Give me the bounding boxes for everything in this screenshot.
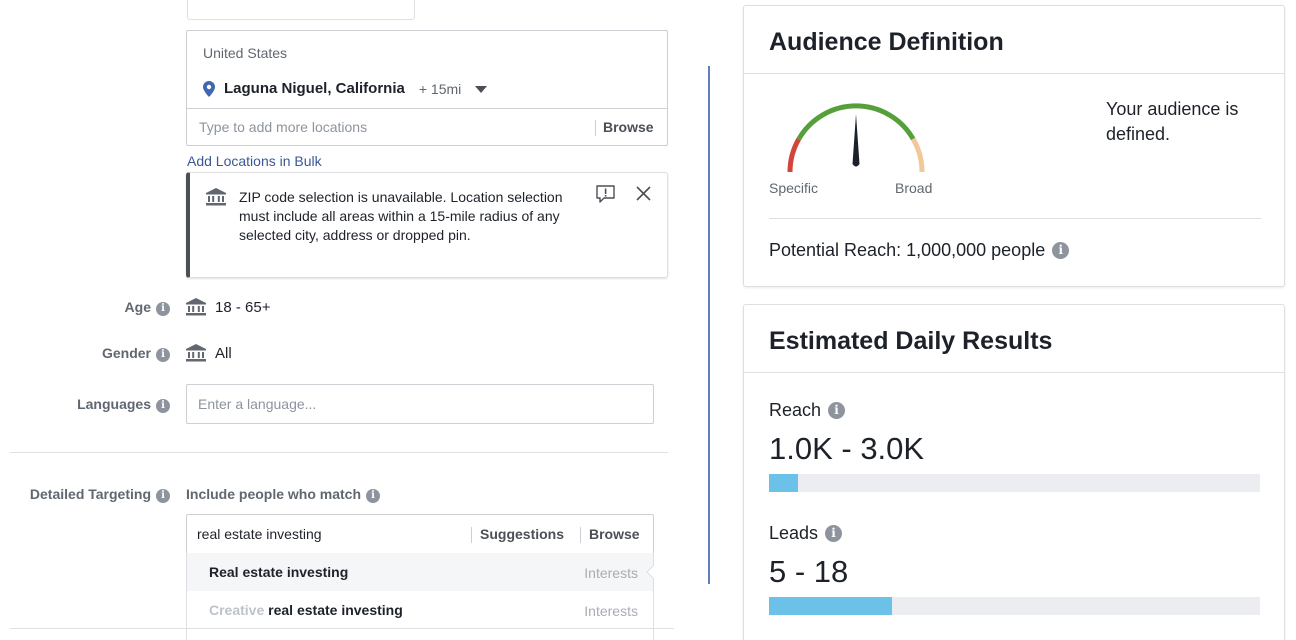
feedback-icon[interactable] — [596, 185, 615, 203]
locations-box: United States Laguna Niguel, California … — [186, 30, 668, 146]
bank-icon — [186, 298, 206, 316]
detailed-targeting-input[interactable] — [197, 526, 467, 542]
location-city-name: Laguna Niguel, California — [224, 80, 405, 97]
card-title: Estimated Daily Results — [769, 327, 1053, 355]
previous-field-stub — [187, 0, 415, 20]
detailed-targeting-label: Detailed Targeting i — [0, 486, 170, 503]
gender-label: Gender i — [0, 345, 170, 362]
info-icon[interactable]: i — [156, 302, 170, 316]
info-icon[interactable]: i — [366, 489, 381, 503]
result-type: Interests — [584, 603, 638, 619]
detailed-targeting-field: Suggestions Browse — [186, 514, 654, 554]
info-icon[interactable]: i — [1052, 242, 1070, 259]
chevron-down-icon[interactable] — [475, 86, 488, 93]
bank-icon — [186, 344, 206, 362]
location-radius[interactable]: + 15mi — [419, 81, 461, 97]
targeting-suggestions-dropdown: Real estate investing Interests Creative… — [186, 553, 654, 640]
info-icon[interactable]: i — [156, 399, 170, 413]
location-country: United States — [203, 45, 288, 61]
info-icon[interactable]: i — [156, 348, 170, 362]
reach-progress-fill — [769, 474, 799, 492]
info-icon[interactable]: i — [825, 525, 843, 542]
leads-progress-bar — [769, 597, 1260, 615]
metric-label-leads: Leads i — [769, 523, 843, 544]
leads-progress-fill — [769, 597, 892, 615]
map-pin-icon — [203, 81, 215, 97]
divider — [471, 527, 472, 543]
card-header: Estimated Daily Results — [744, 305, 1284, 373]
age-value[interactable]: 18 - 65+ — [215, 299, 270, 316]
card-header: Audience Definition — [744, 6, 1284, 74]
bank-icon — [206, 188, 226, 206]
age-label: Age i — [0, 299, 170, 316]
potential-reach: Potential Reach: 1,000,000 people i — [769, 240, 1070, 261]
location-browse-button[interactable]: Browse — [603, 119, 654, 135]
languages-label: Languages i — [0, 396, 170, 413]
reach-progress-bar — [769, 474, 1260, 492]
section-divider — [10, 452, 668, 453]
gauge-arc-broad — [910, 137, 925, 173]
metric-label-reach: Reach i — [769, 400, 846, 421]
card-title: Audience Definition — [769, 28, 1004, 56]
suggestions-button[interactable]: Suggestions — [480, 526, 564, 542]
gauge-label-broad: Broad — [895, 180, 933, 196]
add-locations-bulk-link[interactable]: Add Locations in Bulk — [187, 153, 322, 169]
gauge-label-specific: Specific — [769, 180, 819, 196]
targeting-browse-button[interactable]: Browse — [589, 526, 640, 542]
divider — [769, 218, 1261, 219]
metric-value-reach: 1.0K - 3.0K — [769, 431, 925, 466]
vertical-divider — [708, 66, 710, 584]
estimated-daily-results-card: Estimated Daily Results Reach i 1.0K - 3.… — [743, 304, 1285, 640]
audience-status: Your audience is defined. — [1106, 99, 1239, 144]
close-icon[interactable] — [636, 186, 651, 201]
pointer-arrow-icon — [646, 565, 654, 579]
languages-field[interactable] — [186, 384, 654, 424]
include-people-label: Include people who match i — [186, 486, 381, 503]
zip-code-notice: ZIP code selection is unavailable. Locat… — [186, 172, 668, 278]
divider — [580, 527, 581, 543]
location-input-row: Browse — [187, 108, 667, 146]
divider — [595, 120, 596, 136]
audience-definition-card: Audience Definition Specific Broad Your … — [743, 5, 1285, 287]
notice-message: ZIP code selection is unavailable. Locat… — [239, 189, 563, 243]
info-icon[interactable]: i — [828, 402, 846, 419]
list-item[interactable]: Creative real estate investing Interests — [187, 591, 653, 629]
location-search-input[interactable] — [199, 119, 589, 135]
list-item[interactable]: Real estate investing Interests — [187, 553, 654, 591]
section-divider — [10, 628, 674, 629]
gender-value[interactable]: All — [215, 345, 232, 362]
language-input[interactable] — [198, 396, 638, 412]
audience-gauge — [787, 103, 925, 173]
result-type: Interests — [584, 565, 638, 581]
location-chip[interactable]: Laguna Niguel, California + 15mi — [215, 80, 488, 97]
gauge-needle — [852, 114, 860, 167]
info-icon[interactable]: i — [156, 489, 170, 503]
gauge-arc-specific — [787, 137, 802, 173]
metric-value-leads: 5 - 18 — [769, 554, 849, 589]
